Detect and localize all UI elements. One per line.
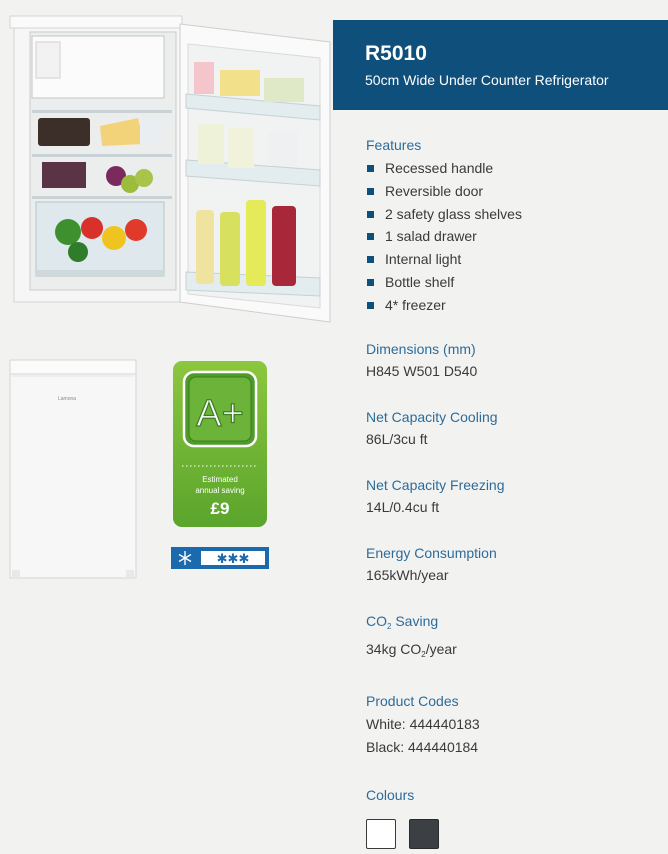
- codes-title: Product Codes: [366, 692, 459, 709]
- swatch-white[interactable]: [366, 818, 396, 849]
- energy-rating-text: A+: [196, 393, 244, 435]
- codes-section: Product Codes White: 444440183 Black: 44…: [366, 691, 656, 759]
- bullet-icon: [367, 187, 374, 195]
- list-item: 1 salad drawer: [366, 225, 656, 248]
- bullet-icon: [367, 210, 374, 218]
- list-item: Reversible door: [366, 180, 656, 203]
- cooling-title: Net Capacity Cooling: [366, 408, 498, 425]
- bullet-icon: [367, 233, 374, 241]
- list-item: Internal light: [366, 248, 656, 271]
- freezing-title: Net Capacity Freezing: [366, 476, 505, 493]
- freezing-value: 14L/0.4cu ft: [366, 498, 440, 515]
- list-item: Bottle shelf: [366, 271, 656, 294]
- cooling-value: 86L/3cu ft: [366, 430, 428, 447]
- list-item: 4* freezer: [366, 294, 656, 317]
- dimensions-section: Dimensions (mm) H845 W501 D540: [366, 339, 656, 381]
- code-black: Black: 444440184: [366, 738, 479, 755]
- model-number: R5010: [365, 42, 427, 65]
- features-list: Recessed handle Reversible door 2 safety…: [366, 157, 656, 317]
- bullet-icon: [367, 278, 374, 286]
- badge-line2: annual saving: [195, 486, 244, 495]
- co2-section: CO2 Saving 34kg CO2/year: [366, 611, 656, 665]
- energy-title: Energy Consumption: [366, 544, 497, 561]
- colours-section: Colours: [366, 785, 656, 854]
- colour-swatches: [366, 818, 656, 854]
- header-band: R5010 50cm Wide Under Counter Refrigerat…: [333, 20, 668, 110]
- swatch-black[interactable]: [409, 818, 440, 849]
- badge-amount: £9: [211, 499, 230, 518]
- energy-value: 165kWh/year: [366, 566, 449, 583]
- list-item: Recessed handle: [366, 157, 656, 180]
- spec-panel: Features Recessed handle Reversible door…: [366, 135, 656, 854]
- dimensions-title: Dimensions (mm): [366, 340, 476, 357]
- freezing-section: Net Capacity Freezing 14L/0.4cu ft: [366, 475, 656, 517]
- open-fridge-image: [9, 15, 331, 323]
- co2-value: 34kg CO2/year: [366, 640, 457, 659]
- energy-rating-badge: A+ Estimated annual saving £9: [173, 361, 267, 527]
- colours-title: Colours: [366, 786, 415, 803]
- bullet-icon: [367, 301, 374, 309]
- closed-fridge-image: Lamona: [9, 359, 137, 579]
- list-item: 2 safety glass shelves: [366, 203, 656, 226]
- energy-section: Energy Consumption 165kWh/year: [366, 543, 656, 585]
- star-glyphs: ✱✱✱: [217, 552, 250, 567]
- features-title: Features: [366, 137, 422, 153]
- cooling-section: Net Capacity Cooling 86L/3cu ft: [366, 407, 656, 449]
- bullet-icon: [367, 165, 374, 172]
- badge-line1: Estimated: [202, 475, 238, 484]
- co2-title: CO2 Saving: [366, 612, 439, 631]
- code-white: White: 444440183: [366, 715, 480, 732]
- brand-logo: Lamona: [58, 396, 76, 402]
- bullet-icon: [367, 256, 374, 264]
- freezer-star-rating: ✱✱✱: [171, 547, 269, 569]
- product-subtitle: 50cm Wide Under Counter Refrigerator: [365, 72, 609, 88]
- dimensions-value: H845 W501 D540: [366, 362, 478, 379]
